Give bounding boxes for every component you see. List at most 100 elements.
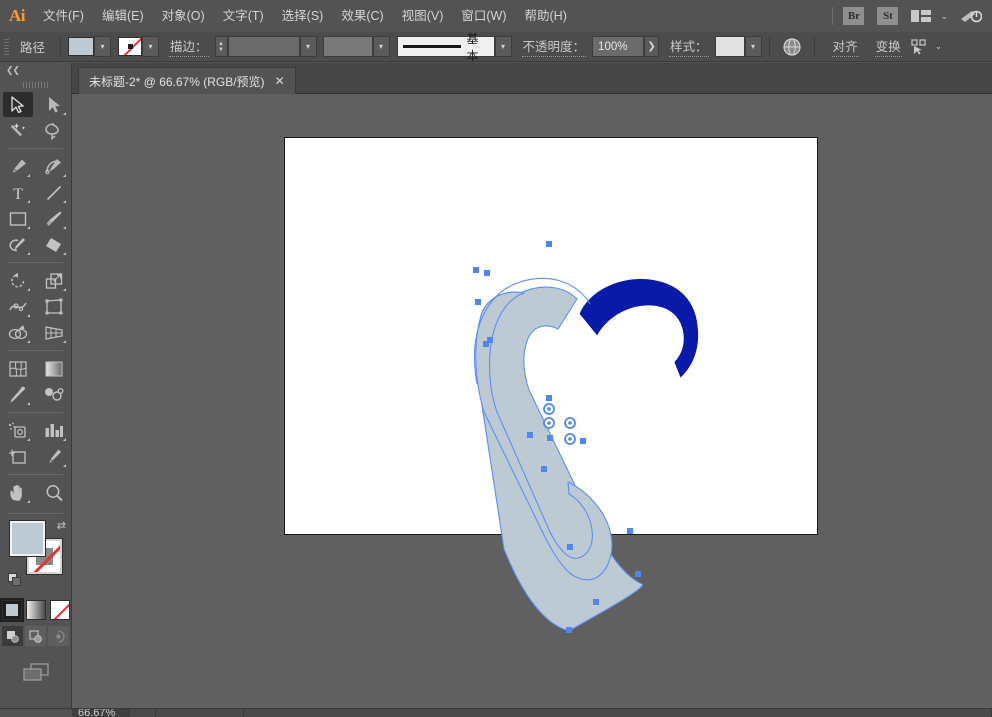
none-mode-button[interactable] [50, 600, 70, 620]
close-icon[interactable]: ✕ [275, 75, 285, 87]
tool-eraser[interactable] [39, 232, 69, 257]
select-similar-chevron-icon[interactable]: ⌄ [935, 41, 951, 52]
tool-pen[interactable] [3, 154, 33, 179]
artwork-layer[interactable] [72, 94, 992, 708]
transform-panel-button[interactable]: 变换 [875, 36, 902, 57]
tool-zoom[interactable] [39, 480, 69, 505]
toolbar-collapse-button[interactable]: ❮❮ [0, 63, 71, 78]
opacity-input[interactable]: 100% [592, 36, 644, 57]
artwork-main-shape[interactable] [478, 287, 642, 631]
tool-shape-builder[interactable] [3, 320, 33, 345]
tool-rotate[interactable] [3, 268, 33, 293]
menu-file[interactable]: 文件(F) [34, 0, 93, 32]
tool-direct-selection[interactable] [39, 92, 69, 117]
fill-color-indicator[interactable] [10, 521, 45, 556]
tool-selection[interactable] [3, 92, 33, 117]
graphic-style-swatch[interactable] [715, 36, 745, 57]
document-canvas[interactable] [72, 94, 992, 708]
align-panel-button[interactable]: 对齐 [832, 36, 859, 57]
drawing-mode-behind[interactable] [25, 626, 46, 646]
rocket-power-icon[interactable] [960, 8, 982, 24]
stroke-profile-select[interactable]: 基本 [397, 36, 495, 57]
menu-select[interactable]: 选择(S) [273, 0, 333, 32]
tool-eyedropper[interactable] [3, 382, 33, 407]
stroke-profile-dropdown[interactable]: ▾ [495, 36, 512, 57]
drawing-mode-normal[interactable] [2, 626, 23, 646]
appearance-sphere-icon[interactable] [777, 38, 807, 56]
opacity-label[interactable]: 不透明度： [522, 36, 587, 57]
app-logo-icon: Ai [0, 0, 34, 32]
status-artboard-prev[interactable] [130, 709, 156, 717]
gradient-mode-button[interactable] [26, 600, 46, 620]
tool-hand[interactable] [3, 480, 33, 505]
flyout-indicator [27, 500, 30, 503]
toolbar-grip[interactable] [0, 78, 71, 92]
tool-group-symbols [0, 418, 72, 470]
tool-gradient[interactable] [39, 356, 69, 381]
tool-paintbrush[interactable] [39, 206, 69, 231]
menu-type[interactable]: 文字(T) [214, 0, 273, 32]
tool-line-segment[interactable] [39, 180, 69, 205]
fill-color-swatch[interactable] [68, 37, 94, 56]
selection-arrow-icon [10, 96, 26, 114]
menu-view[interactable]: 视图(V) [393, 0, 453, 32]
arrange-documents-icon[interactable] [911, 10, 931, 22]
status-zoom[interactable]: 66.67% [72, 709, 130, 717]
tools-panel: ❮❮ [0, 63, 72, 708]
width-tool-icon [8, 298, 28, 316]
tool-scale[interactable] [39, 268, 69, 293]
tool-symbol-sprayer[interactable] [3, 418, 33, 443]
tool-width[interactable] [3, 294, 33, 319]
stroke-weight-input[interactable] [228, 36, 300, 57]
tool-group-transform [0, 268, 72, 346]
style-label[interactable]: 样式： [669, 36, 709, 57]
graphic-style-dropdown[interactable]: ▾ [745, 36, 762, 57]
menu-effect[interactable]: 效果(C) [332, 0, 392, 32]
tool-rectangle[interactable] [3, 206, 33, 231]
tool-column-graph[interactable] [39, 418, 69, 443]
stroke-style-dropdown[interactable]: ▾ [373, 36, 390, 57]
anchor-point [627, 528, 633, 534]
swap-fill-stroke-icon[interactable]: ⇄ [57, 519, 66, 532]
tool-slice[interactable] [39, 444, 69, 469]
perspective-grid-icon [44, 324, 64, 342]
menu-bar-right-cluster: Br St ⌄ [822, 0, 992, 32]
stroke-swatch-dropdown[interactable]: ▾ [142, 36, 159, 57]
stroke-color-swatch[interactable] [118, 37, 142, 56]
shape-builder-icon [8, 324, 28, 342]
select-similar-icon[interactable] [908, 39, 930, 55]
stroke-weight-dropdown[interactable]: ▾ [300, 36, 317, 57]
opacity-flyout-button[interactable]: ❯ [644, 36, 659, 57]
menu-edit[interactable]: 编辑(E) [93, 0, 153, 32]
drawing-mode-inside[interactable] [48, 626, 69, 646]
default-fill-stroke-icon[interactable] [8, 573, 22, 587]
tool-type[interactable]: T [3, 180, 33, 205]
stroke-weight-stepper[interactable]: ▲▼ [215, 36, 228, 57]
control-bar-grip[interactable] [0, 32, 12, 62]
tool-artboard[interactable] [3, 444, 33, 469]
document-tab[interactable]: 未标题-2* @ 66.67% (RGB/预览) ✕ [78, 67, 296, 94]
tool-mesh[interactable] [3, 356, 33, 381]
color-mode-button[interactable] [2, 600, 22, 620]
tool-blend[interactable] [39, 382, 69, 407]
status-tool-info[interactable] [244, 709, 992, 717]
tool-curvature[interactable] [39, 154, 69, 179]
tool-free-transform[interactable] [39, 294, 69, 319]
menu-object[interactable]: 对象(O) [153, 0, 214, 32]
stroke-weight-label[interactable]: 描边： [169, 36, 209, 57]
tool-perspective-grid[interactable] [39, 320, 69, 345]
status-artboard-number[interactable] [156, 709, 244, 717]
tool-lasso[interactable] [39, 118, 69, 143]
tool-magic-wand[interactable] [3, 118, 33, 143]
fill-swatch-dropdown[interactable]: ▾ [94, 36, 111, 57]
menu-help[interactable]: 帮助(H) [516, 0, 576, 32]
menu-window[interactable]: 窗口(W) [452, 0, 515, 32]
stock-badge-icon[interactable]: St [877, 7, 898, 25]
artwork-accent-crescent[interactable] [580, 279, 699, 378]
bridge-badge-icon[interactable]: Br [843, 7, 864, 25]
change-screen-mode-icon[interactable] [0, 662, 71, 682]
stroke-style-input[interactable] [323, 36, 373, 57]
anchor-point [593, 599, 599, 605]
tool-shaper[interactable] [3, 232, 33, 257]
chevron-down-icon[interactable]: ⌄ [940, 11, 948, 22]
